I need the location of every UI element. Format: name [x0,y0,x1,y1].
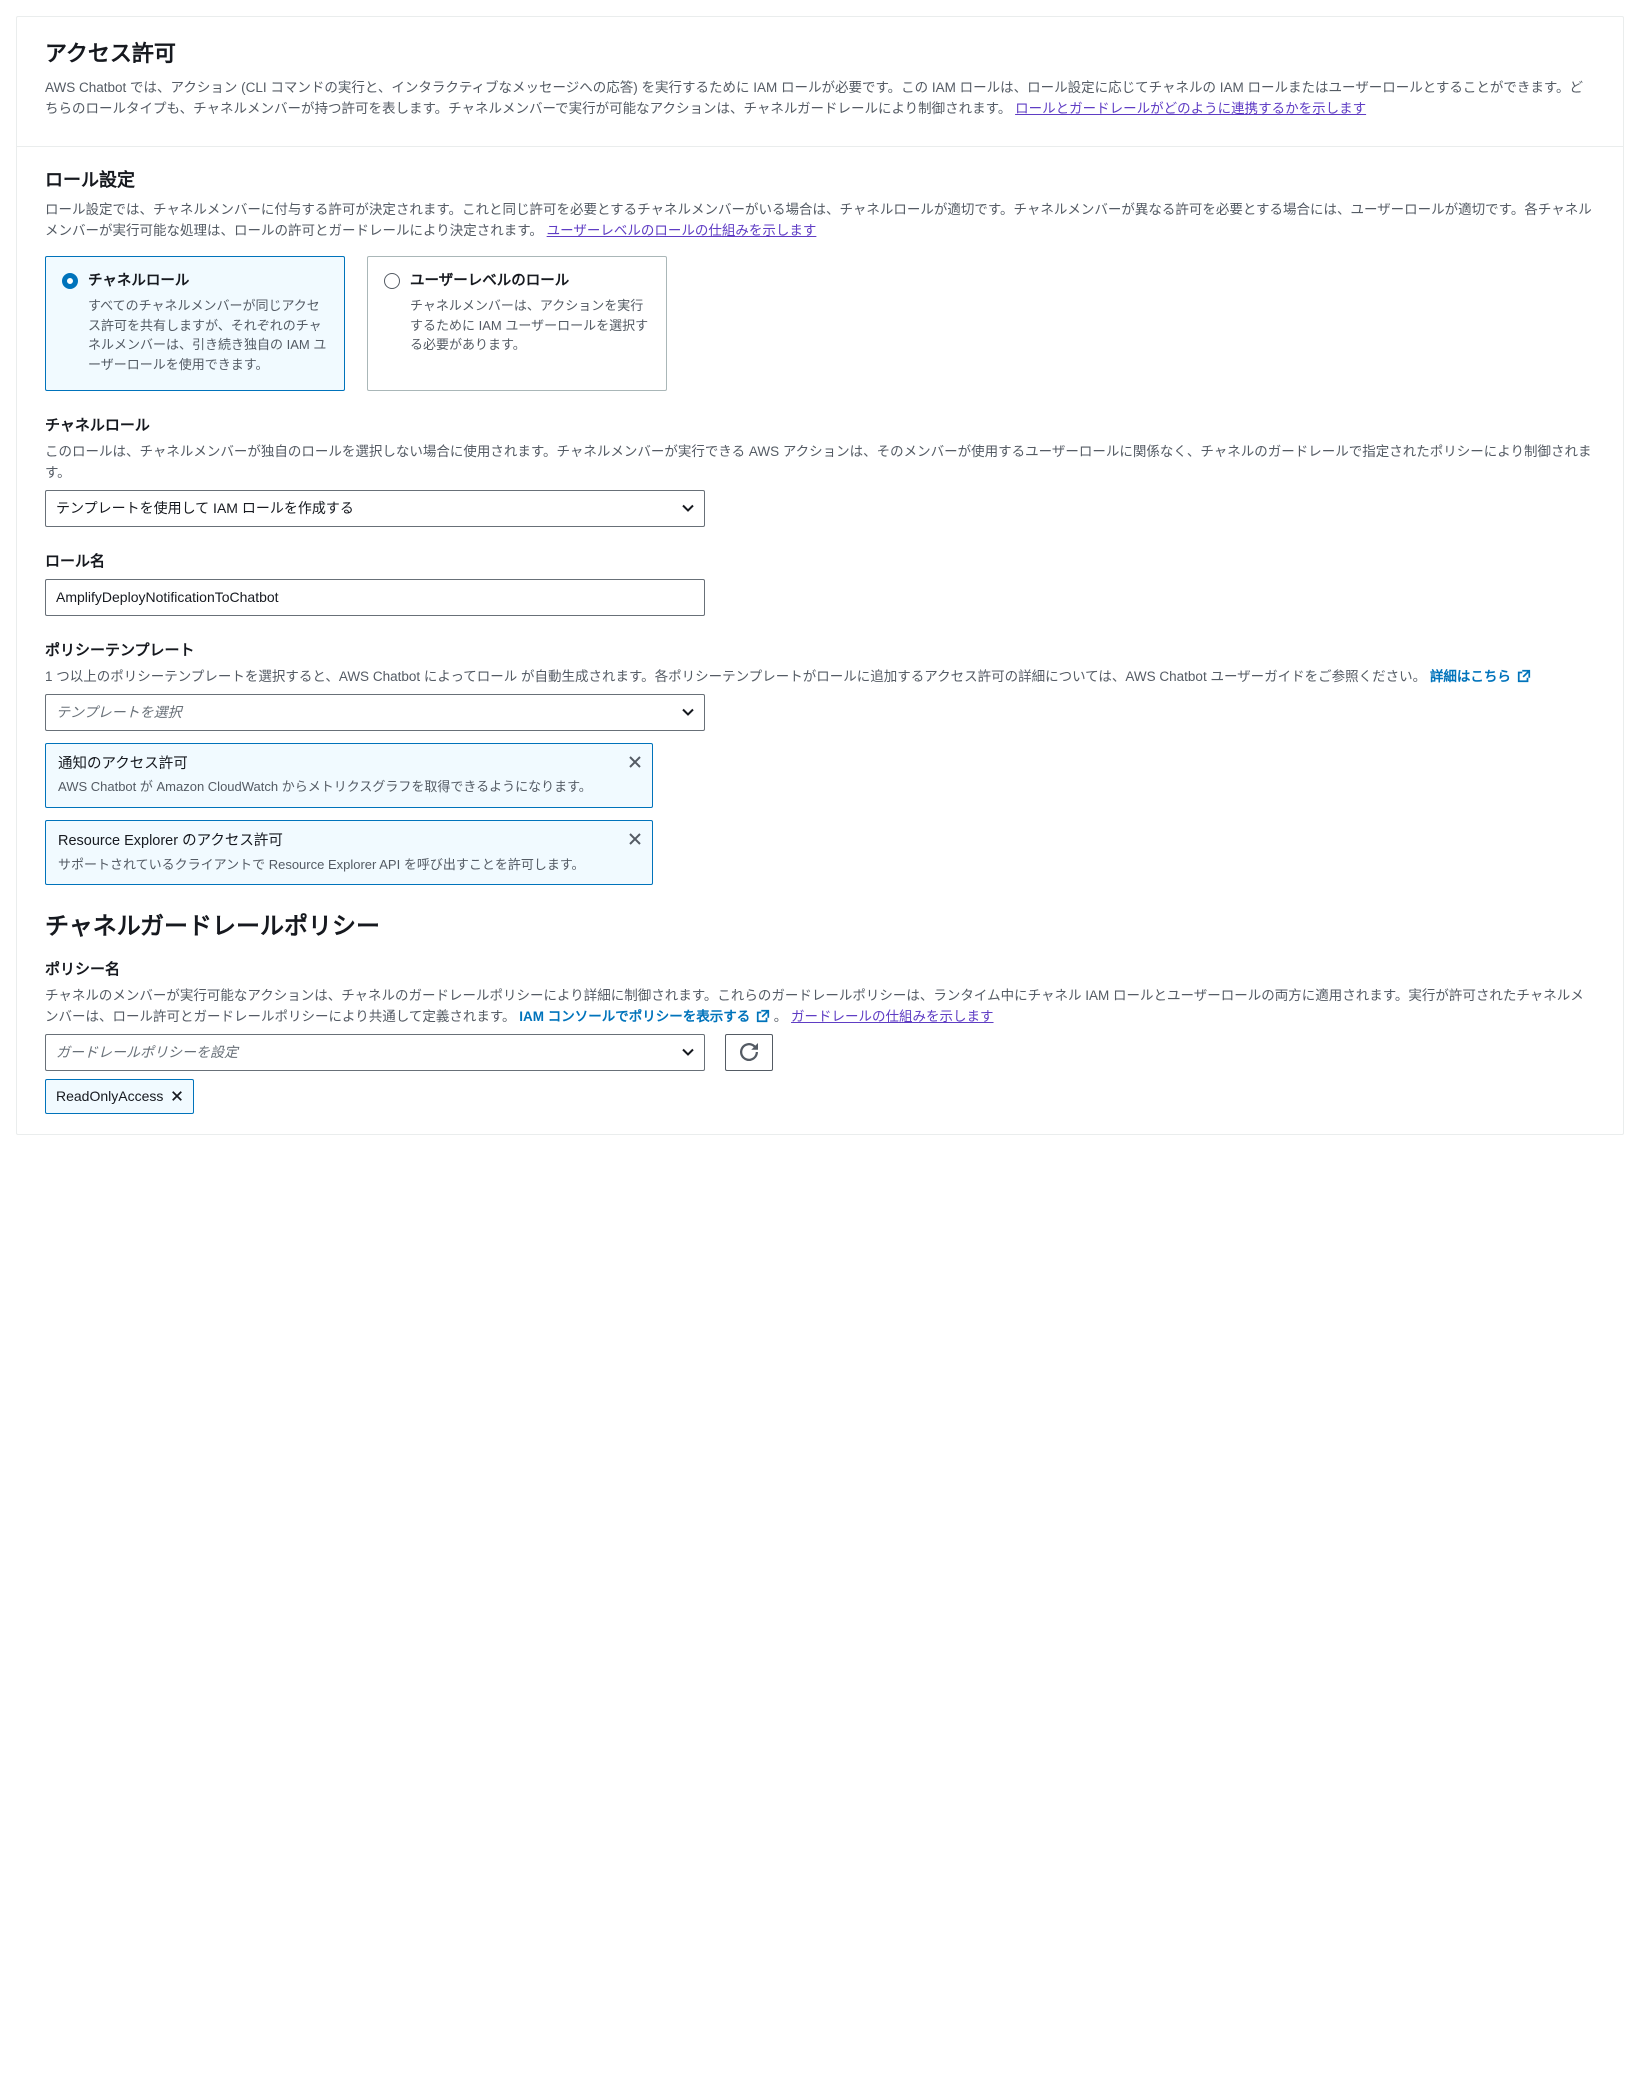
token-desc: サポートされているクライアントで Resource Explorer API を… [58,855,612,875]
guardrail-heading: チャネルガードレールポリシー [45,909,1595,945]
policy-template-token-resource-explorer: Resource Explorer のアクセス許可 サポートされているクライアン… [45,820,653,885]
remove-token-button[interactable] [628,754,642,775]
close-icon [628,755,642,769]
channel-role-block: チャネルロール このロールは、チャネルメンバーが独自のロールを選択しない場合に使… [45,415,1595,526]
permissions-title: アクセス許可 [45,37,1595,70]
policy-template-token-notification: 通知のアクセス許可 AWS Chatbot が Amazon CloudWatc… [45,743,653,808]
radio-user-level-role-desc: チャネルメンバーは、アクションを実行するために IAM ユーザーロールを選択する… [410,296,650,355]
user-level-role-help-link[interactable]: ユーザーレベルのロールの仕組みを示します [547,223,817,238]
role-settings-desc: ロール設定では、チャネルメンバーに付与する許可が決定されます。これと同じ許可を必… [45,200,1595,242]
token-title: 通知のアクセス許可 [58,754,612,776]
refresh-icon [740,1043,758,1061]
radio-channel-role[interactable]: チャネルロール すべてのチャネルメンバーが同じアクセス許可を共有しますが、それぞ… [45,256,345,392]
radio-icon [62,273,78,289]
channel-role-desc: このロールは、チャネルメンバーが独自のロールを選択しない場合に使用されます。チャ… [45,442,1595,484]
guardrail-mechanism-link[interactable]: ガードレールの仕組みを示します [791,1009,994,1024]
close-icon [171,1090,183,1102]
token-desc: AWS Chatbot が Amazon CloudWatch からメトリクスグ… [58,777,612,797]
refresh-button[interactable] [725,1034,773,1071]
guardrail-chip-row: ReadOnlyAccess [45,1079,1595,1114]
iam-console-link[interactable]: IAM コンソールでポリシーを表示する [519,1009,774,1024]
radio-user-level-role[interactable]: ユーザーレベルのロール チャネルメンバーは、アクションを実行するために IAM … [367,256,667,392]
chevron-down-icon [682,702,694,723]
guardrail-select-row: ガードレールポリシーを設定 [45,1034,1595,1071]
token-title: Resource Explorer のアクセス許可 [58,831,612,853]
role-settings-section: ロール設定 ロール設定では、チャネルメンバーに付与する許可が決定されます。これと… [17,146,1623,1134]
close-icon [628,832,642,846]
channel-role-select[interactable]: テンプレートを使用して IAM ロールを作成する [45,490,705,527]
guardrail-block: チャネルガードレールポリシー ポリシー名 チャネルのメンバーが実行可能なアクショ… [45,909,1595,1113]
chevron-down-icon [682,498,694,519]
permissions-panel: アクセス許可 AWS Chatbot では、アクション (CLI コマンドの実行… [16,16,1624,1135]
policy-templates-learn-more-link[interactable]: 詳細はこちら [1430,669,1531,684]
external-link-icon [756,1009,770,1023]
guardrail-policy-select[interactable]: ガードレールポリシーを設定 [45,1034,705,1071]
role-name-title: ロール名 [45,551,1595,574]
role-type-radio-group: チャネルロール すべてのチャネルメンバーが同じアクセス許可を共有しますが、それぞ… [45,256,1595,392]
radio-user-level-role-label: ユーザーレベルのロール [410,271,650,293]
radio-channel-role-desc: すべてのチャネルメンバーが同じアクセス許可を共有しますが、それぞれのチャネルメン… [88,296,328,374]
radio-channel-role-label: チャネルロール [88,271,328,293]
permissions-header-section: アクセス許可 AWS Chatbot では、アクション (CLI コマンドの実行… [17,17,1623,146]
role-name-value: AmplifyDeployNotificationToChatbot [56,587,279,608]
role-settings-title: ロール設定 [45,167,1595,194]
chip-label: ReadOnlyAccess [56,1086,163,1107]
policy-template-select[interactable]: テンプレートを選択 [45,694,705,731]
remove-chip-button[interactable] [171,1090,183,1102]
channel-role-title: チャネルロール [45,415,1595,438]
role-name-input[interactable]: AmplifyDeployNotificationToChatbot [45,579,705,616]
guardrail-placeholder: ガードレールポリシーを設定 [56,1042,238,1063]
role-name-block: ロール名 AmplifyDeployNotificationToChatbot [45,551,1595,617]
policy-templates-title: ポリシーテンプレート [45,640,1595,663]
permissions-description: AWS Chatbot では、アクション (CLI コマンドの実行と、インタラク… [45,78,1595,120]
guardrail-desc: チャネルのメンバーが実行可能なアクションは、チャネルのガードレールポリシーにより… [45,986,1595,1028]
guardrail-policy-name-title: ポリシー名 [45,959,1595,982]
policy-templates-desc: 1 つ以上のポリシーテンプレートを選択すると、AWS Chatbot によってロ… [45,667,1595,688]
guardrail-chip-readonlyaccess: ReadOnlyAccess [45,1079,194,1114]
external-link-icon [1517,669,1531,683]
policy-template-placeholder: テンプレートを選択 [56,702,182,723]
radio-icon [384,273,400,289]
permissions-help-link[interactable]: ロールとガードレールがどのように連携するかを示します [1015,101,1366,116]
remove-token-button[interactable] [628,831,642,852]
policy-templates-block: ポリシーテンプレート 1 つ以上のポリシーテンプレートを選択すると、AWS Ch… [45,640,1595,885]
chevron-down-icon [682,1042,694,1063]
channel-role-select-value: テンプレートを使用して IAM ロールを作成する [56,498,354,519]
